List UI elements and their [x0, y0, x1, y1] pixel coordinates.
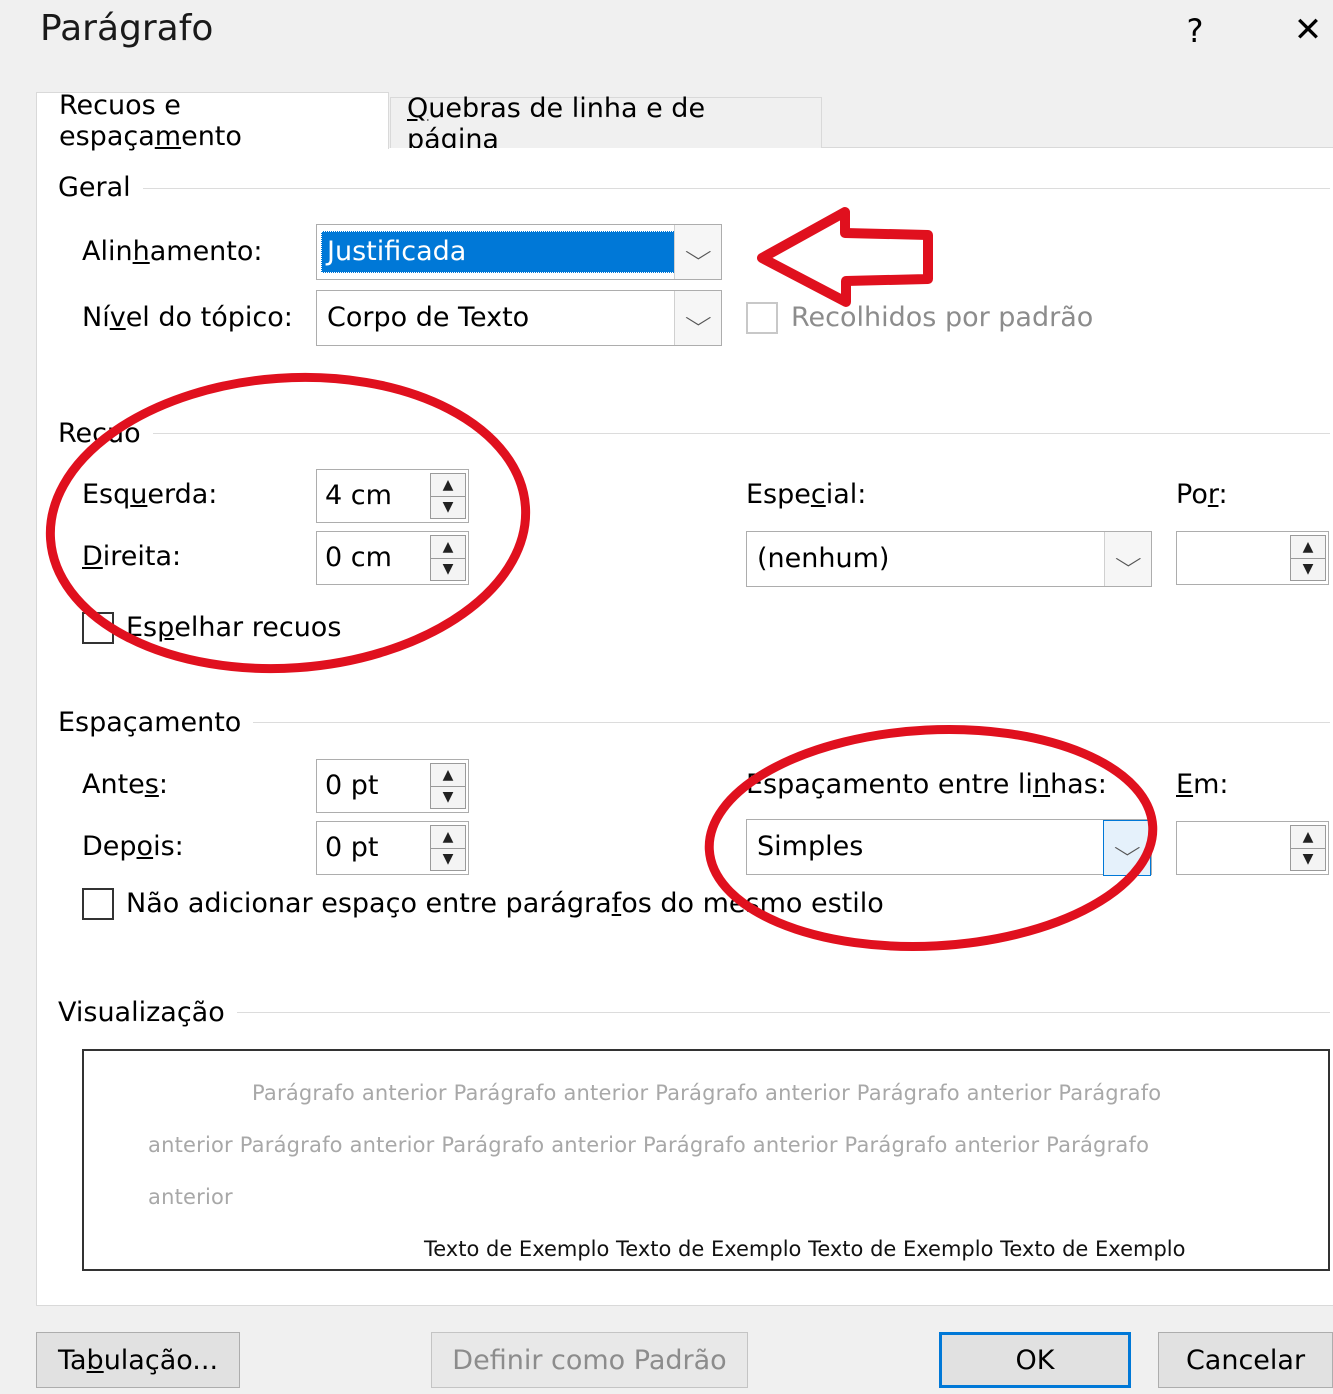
annotation-circle-espacamento [704, 725, 1158, 951]
annotation-circle-recuo [45, 372, 531, 674]
annotation-arrow [757, 207, 933, 307]
annotation-overlay [45, 207, 1158, 951]
